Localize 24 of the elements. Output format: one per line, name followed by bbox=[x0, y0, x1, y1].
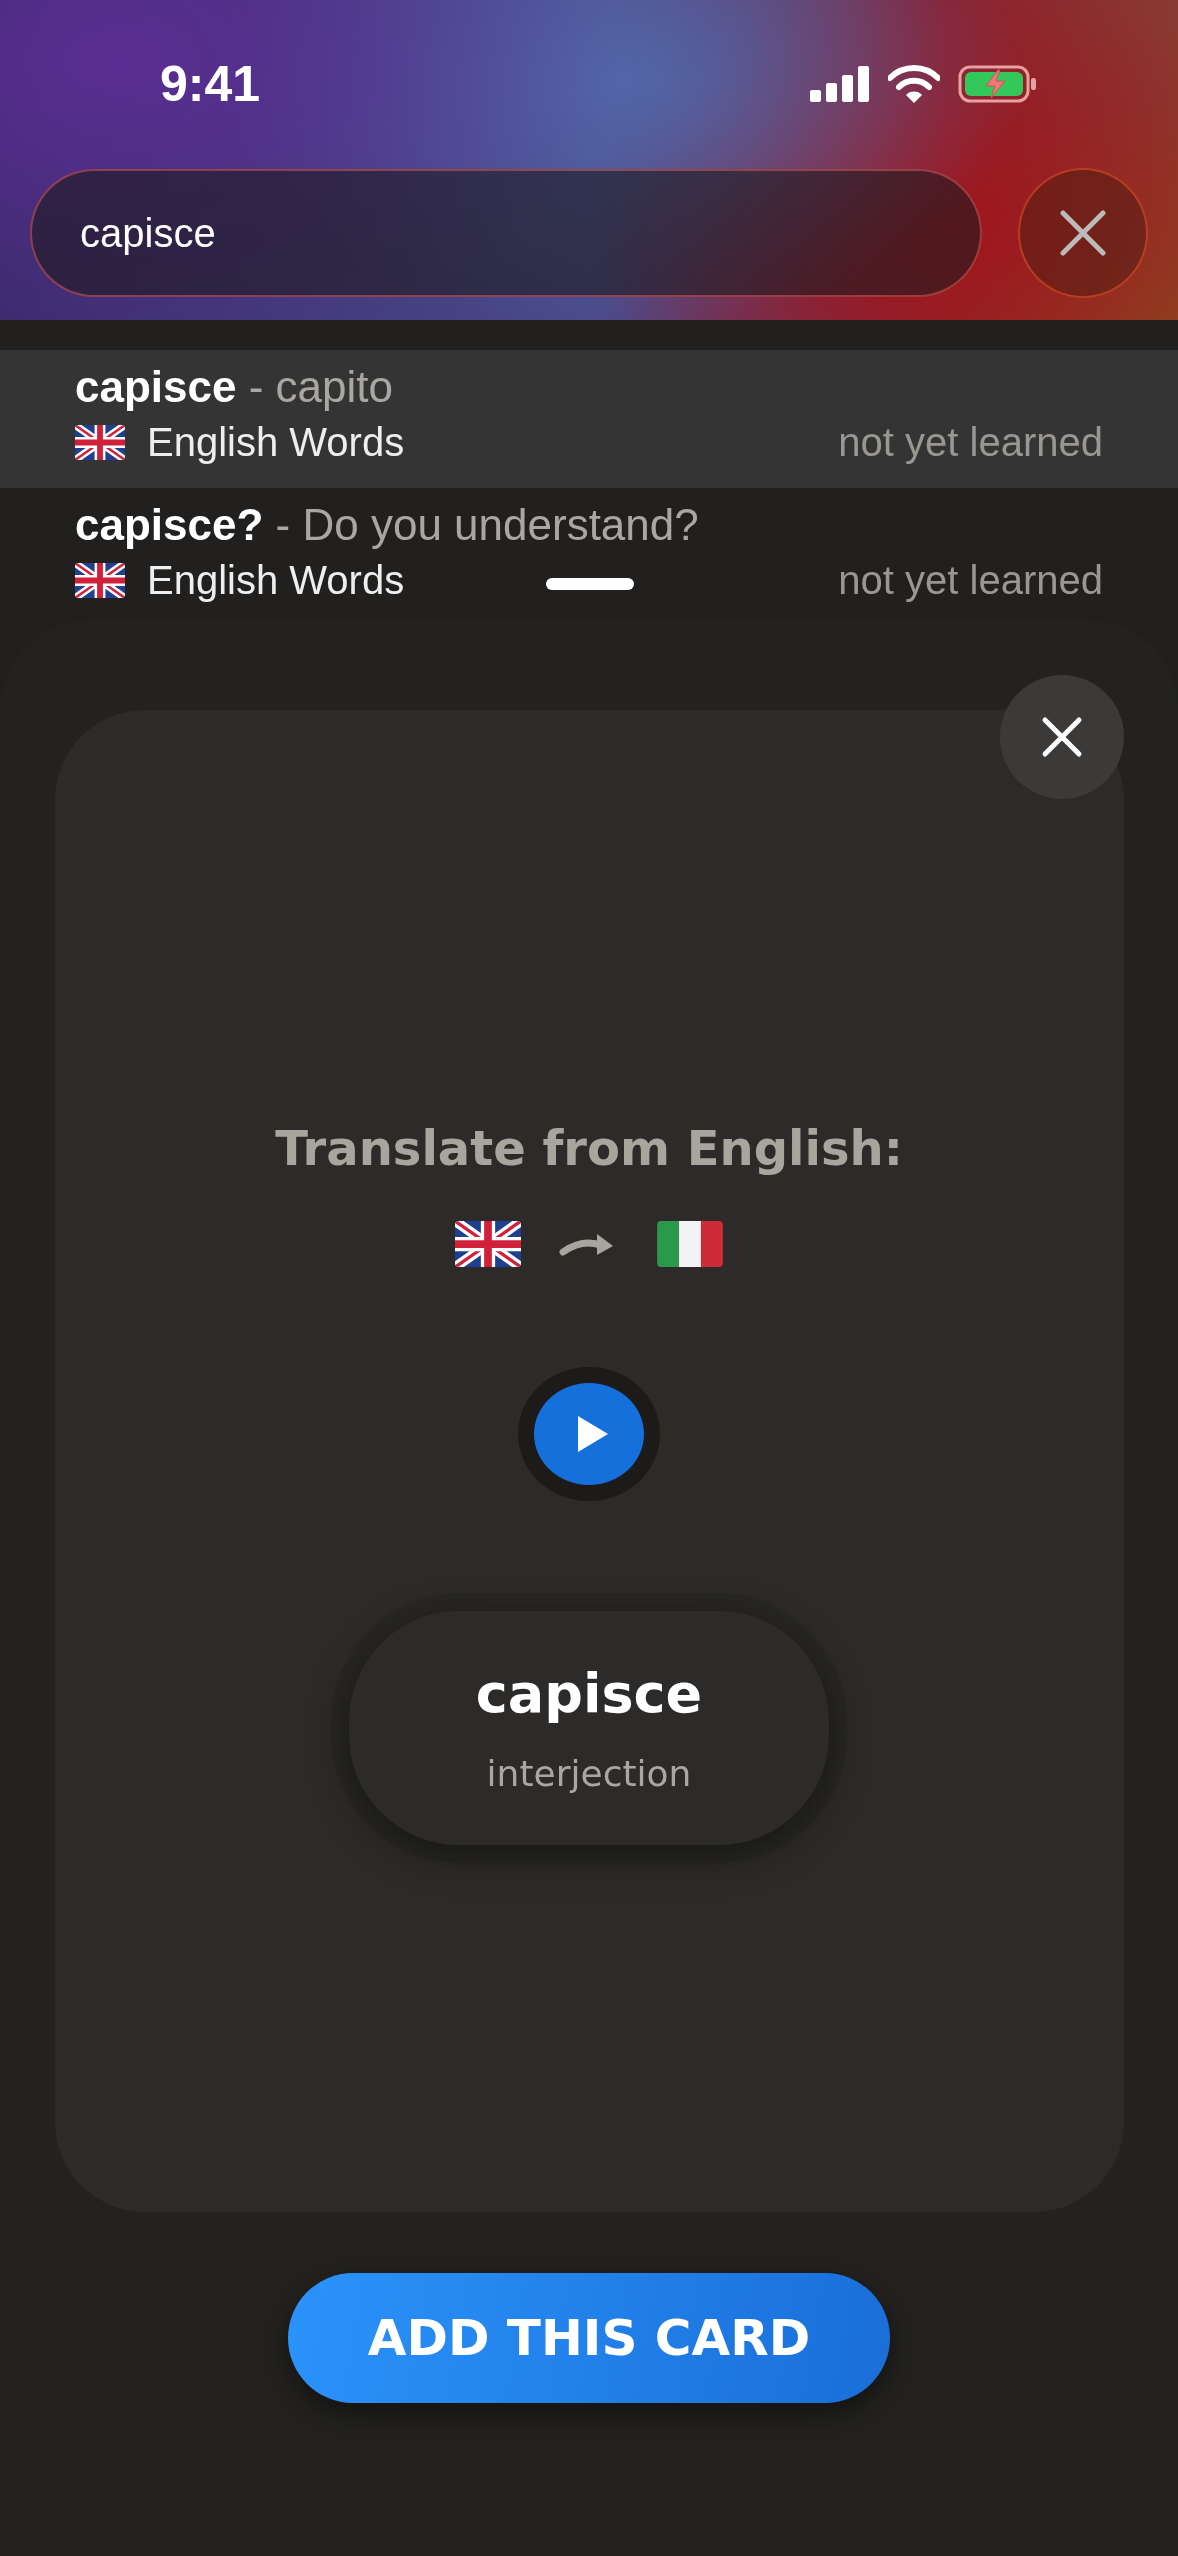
result-title: capisce? - Do you understand? bbox=[75, 500, 699, 549]
wifi-icon bbox=[888, 65, 940, 103]
learn-status: not yet learned bbox=[838, 558, 1103, 603]
uk-flag-icon bbox=[75, 425, 125, 460]
result-title: capisce - capito bbox=[75, 362, 393, 411]
signal-icon bbox=[810, 66, 870, 102]
search-field[interactable]: capisce bbox=[30, 169, 982, 297]
prompt-text: Translate from English: bbox=[275, 1120, 903, 1176]
play-icon bbox=[578, 1416, 608, 1453]
add-card-button[interactable]: ADD THIS CARD bbox=[288, 2273, 890, 2403]
status-time: 9:41 bbox=[160, 55, 261, 113]
battery-charging-icon bbox=[958, 65, 1038, 103]
word-text: capisce bbox=[475, 1662, 703, 1726]
close-icon bbox=[1040, 716, 1083, 758]
uk-flag-icon bbox=[455, 1221, 521, 1268]
learn-status: not yet learned bbox=[838, 420, 1103, 465]
deck-name: English Words bbox=[147, 558, 405, 603]
sheet-handle[interactable] bbox=[546, 578, 634, 590]
result-row[interactable]: capisce - capito English Words not yet learned bbox=[0, 350, 1178, 488]
result-row[interactable]: capisce? - Do you understand? English Words not yet learned bbox=[0, 488, 1178, 626]
italy-flag-icon bbox=[657, 1221, 723, 1268]
deck-name: English Words bbox=[147, 420, 405, 465]
uk-flag-icon bbox=[75, 563, 125, 598]
part-of-speech: interjection bbox=[486, 1753, 692, 1795]
